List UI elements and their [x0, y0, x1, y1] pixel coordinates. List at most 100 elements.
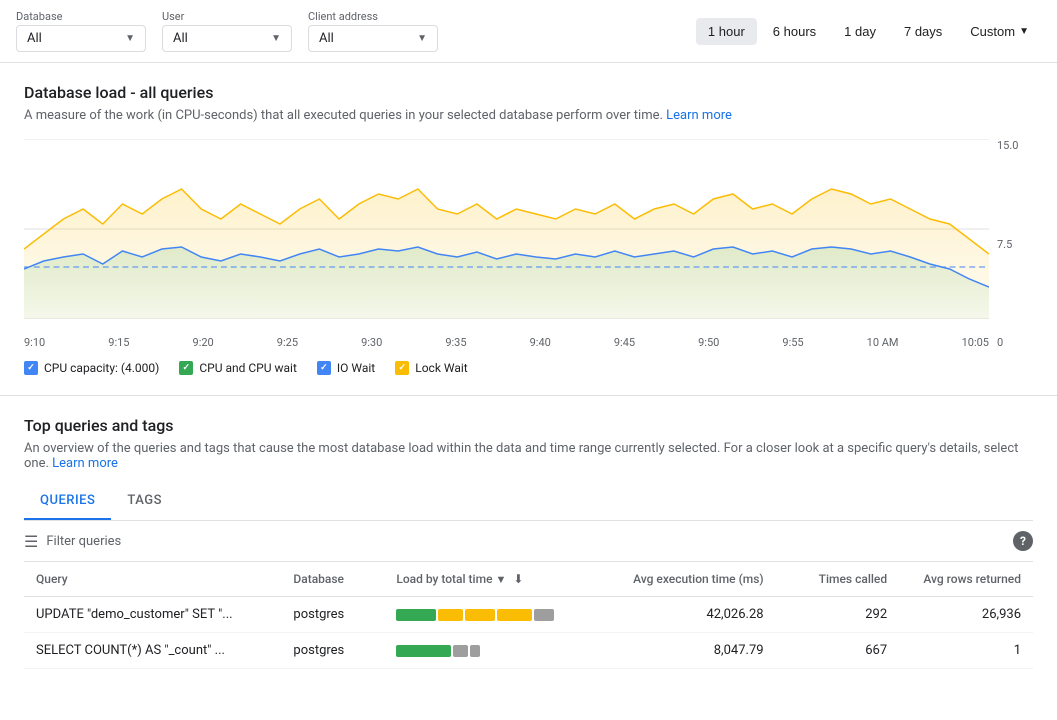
x-label-10: 10 AM [867, 336, 899, 349]
x-label-11: 10:05 [962, 336, 989, 349]
chart-x-labels: 9:10 9:15 9:20 9:25 9:30 9:35 9:40 9:45 … [24, 336, 989, 349]
x-label-9: 9:55 [782, 336, 803, 349]
database-load-desc: A measure of the work (in CPU-seconds) t… [24, 108, 1033, 123]
header-load[interactable]: Load by total time ▼ ⬇ [384, 562, 611, 597]
user-filter-group: User All ▼ [162, 10, 292, 52]
client-address-arrow-icon: ▼ [417, 33, 427, 44]
legend-io-wait-checkbox: ✓ [317, 361, 331, 375]
legend-io-wait-label: IO Wait [337, 361, 375, 375]
table-row[interactable]: UPDATE "demo_customer" SET "... postgres… [24, 597, 1033, 633]
chart-area [24, 139, 989, 319]
load-bar-segment [396, 645, 451, 657]
tab-tags[interactable]: TAGS [111, 483, 178, 520]
time-1day-button[interactable]: 1 day [832, 18, 888, 45]
tab-queries[interactable]: QUERIES [24, 483, 111, 520]
chart-legend: ✓ CPU capacity: (4.000) ✓ CPU and CPU wa… [24, 361, 1033, 375]
table-header-row: Query Database Load by total time ▼ ⬇ Av… [24, 562, 1033, 597]
legend-cpu-wait-checkbox: ✓ [179, 361, 193, 375]
client-address-select[interactable]: All ▼ [308, 25, 438, 52]
x-label-1: 9:15 [108, 336, 129, 349]
x-label-8: 9:50 [698, 336, 719, 349]
header-times-called: Times called [776, 562, 900, 597]
header-database: Database [281, 562, 384, 597]
top-queries-desc-text: An overview of the queries and tags that… [24, 441, 1018, 471]
client-address-value: All [319, 31, 334, 46]
top-queries-learn-more[interactable]: Learn more [52, 456, 118, 471]
help-icon[interactable]: ? [1013, 531, 1033, 551]
tabs: QUERIES TAGS [24, 483, 1033, 521]
legend-cpu-capacity-label: CPU capacity: (4.000) [44, 361, 159, 375]
cell-load [384, 597, 611, 633]
user-arrow-icon: ▼ [271, 33, 281, 44]
custom-arrow-icon: ▼ [1019, 26, 1029, 37]
header-avg-rows: Avg rows returned [899, 562, 1033, 597]
x-label-6: 9:40 [530, 336, 551, 349]
database-arrow-icon: ▼ [125, 33, 135, 44]
header-query: Query [24, 562, 281, 597]
y-label-top: 15.0 [997, 139, 1029, 152]
database-load-section: Database load - all queries A measure of… [0, 63, 1057, 396]
legend-lock-wait-checkbox: ✓ [395, 361, 409, 375]
load-bar-segment [470, 645, 480, 657]
user-value: All [173, 31, 188, 46]
load-bar-segment [396, 609, 436, 621]
database-load-learn-more[interactable]: Learn more [666, 108, 732, 123]
load-bar-segment [438, 609, 463, 621]
database-select[interactable]: All ▼ [16, 25, 146, 52]
x-label-4: 9:30 [361, 336, 382, 349]
legend-lock-wait-label: Lock Wait [415, 361, 467, 375]
time-7days-button[interactable]: 7 days [892, 18, 954, 45]
filter-input-area: ☰ Filter queries [24, 532, 121, 551]
load-bar-segment [465, 609, 495, 621]
legend-cpu-capacity[interactable]: ✓ CPU capacity: (4.000) [24, 361, 159, 375]
legend-cpu-wait-label: CPU and CPU wait [199, 361, 297, 375]
query-filter-row: ☰ Filter queries ? [24, 521, 1033, 562]
filter-queries-label[interactable]: Filter queries [46, 534, 121, 549]
cell-times-called: 292 [776, 597, 900, 633]
database-load-desc-text: A measure of the work (in CPU-seconds) t… [24, 108, 663, 123]
legend-cpu-capacity-checkbox: ✓ [24, 361, 38, 375]
table-row[interactable]: SELECT COUNT(*) AS "_count" ... postgres… [24, 633, 1033, 669]
cell-avg-rows: 26,936 [899, 597, 1033, 633]
y-label-bottom: 0 [997, 336, 1029, 349]
time-1hour-button[interactable]: 1 hour [696, 18, 757, 45]
user-label: User [162, 10, 292, 23]
chart-container: 15.0 7.5 0 [24, 139, 1033, 349]
y-label-mid: 7.5 [997, 238, 1029, 251]
download-icon[interactable]: ⬇ [513, 572, 523, 586]
database-load-title: Database load - all queries [24, 83, 1033, 102]
load-bar-segment [497, 609, 532, 621]
cell-database: postgres [281, 597, 384, 633]
chart-svg [24, 139, 989, 319]
x-label-2: 9:20 [193, 336, 214, 349]
load-bar-segment [453, 645, 468, 657]
cell-avg-exec: 8,047.79 [611, 633, 776, 669]
cell-avg-rows: 1 [899, 633, 1033, 669]
time-controls: 1 hour 6 hours 1 day 7 days Custom ▼ [696, 18, 1041, 45]
cell-query: SELECT COUNT(*) AS "_count" ... [24, 633, 281, 669]
cell-query: UPDATE "demo_customer" SET "... [24, 597, 281, 633]
time-custom-button[interactable]: Custom ▼ [958, 18, 1041, 45]
client-address-filter-group: Client address All ▼ [308, 10, 438, 52]
cell-avg-exec: 42,026.28 [611, 597, 776, 633]
legend-lock-wait[interactable]: ✓ Lock Wait [395, 361, 467, 375]
cell-database: postgres [281, 633, 384, 669]
header-avg-exec: Avg execution time (ms) [611, 562, 776, 597]
filter-bar: Database All ▼ User All ▼ Client address… [0, 0, 1057, 63]
top-queries-desc: An overview of the queries and tags that… [24, 441, 1033, 471]
x-label-3: 9:25 [277, 336, 298, 349]
sort-down-icon: ▼ [495, 573, 506, 586]
database-value: All [27, 31, 42, 46]
user-select[interactable]: All ▼ [162, 25, 292, 52]
database-label: Database [16, 10, 146, 23]
database-filter-group: Database All ▼ [16, 10, 146, 52]
legend-io-wait[interactable]: ✓ IO Wait [317, 361, 375, 375]
load-bar-segment [534, 609, 554, 621]
top-queries-title: Top queries and tags [24, 416, 1033, 435]
x-label-0: 9:10 [24, 336, 45, 349]
legend-cpu-wait[interactable]: ✓ CPU and CPU wait [179, 361, 297, 375]
time-6hours-button[interactable]: 6 hours [761, 18, 828, 45]
top-queries-section: Top queries and tags An overview of the … [0, 396, 1057, 669]
queries-table: Query Database Load by total time ▼ ⬇ Av… [24, 562, 1033, 669]
x-label-7: 9:45 [614, 336, 635, 349]
